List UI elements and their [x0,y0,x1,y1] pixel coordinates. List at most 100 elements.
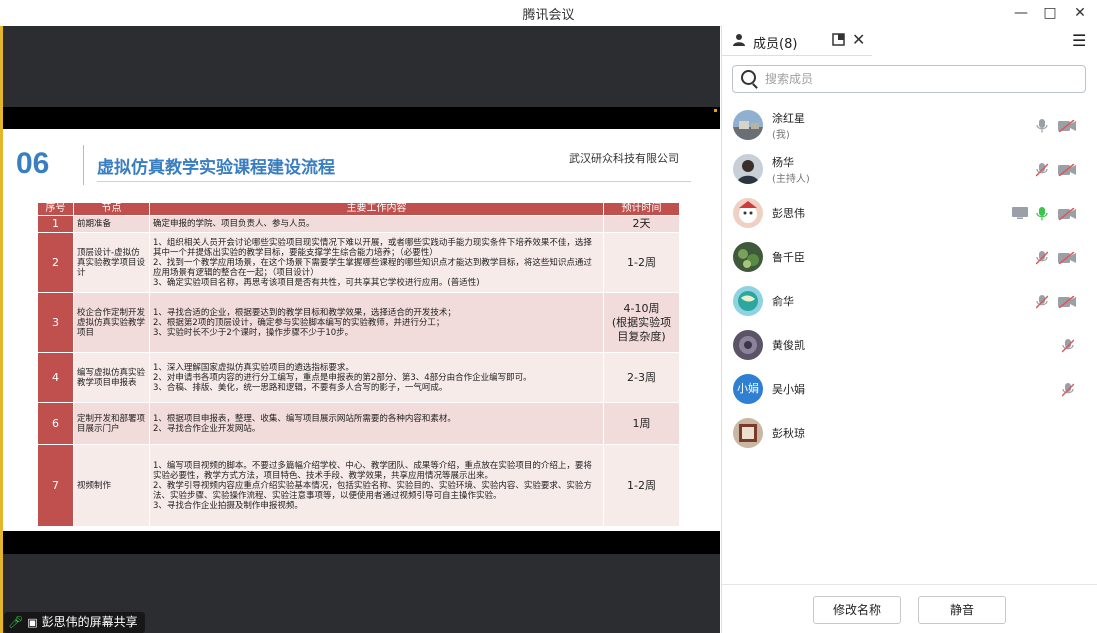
row-node: 前期准备 [73,215,150,233]
member-name: 黄俊凯 [772,339,805,352]
member-role: (主持人) [772,174,810,185]
user-icon [732,33,746,51]
minimize-button[interactable]: — [1010,3,1032,23]
maximize-button[interactable]: □ [1039,3,1061,23]
member-search[interactable] [732,65,1086,93]
table-row: 7 视频制作 1、编写项目视频的脚本。不要过多篇幅介绍学校、中心、教学团队、成果… [37,444,680,527]
close-panel-icon[interactable]: ✕ [852,30,865,49]
slide-company: 武汉研众科技有限公司 [569,152,679,165]
rename-button[interactable]: 修改名称 [813,596,901,624]
microphone-muted-icon[interactable] [1036,251,1048,265]
slide-number: 06 [16,147,50,180]
members-tab[interactable]: 成员(8) [753,33,797,52]
search-input[interactable] [763,69,1067,89]
row-time: 1周 [603,402,680,445]
row-content: 1、寻找合适的企业，根据要达到的教学目标和教学效果，选择适合的开发技术； 2、根… [149,292,604,353]
process-table: 序号 节点 主要工作内容 预计时间 1 前期准备 确定申报的学院、项目负责人、参… [37,202,680,527]
row-node: 定制开发和部署项目展示门户 [73,402,150,445]
indicator-dot [714,109,717,112]
camera-off-icon[interactable] [1058,208,1076,220]
row-seq: 1 [37,215,74,233]
row-seq: 3 [37,292,74,353]
slide-title: 虚拟仿真教学实验课程建设流程 [97,158,335,178]
microphone-muted-icon[interactable] [1036,163,1048,177]
row-seq: 7 [37,444,74,527]
member-row[interactable]: 小娟 吴小娟 [722,368,1097,412]
letterbox-top [3,107,720,129]
member-row[interactable]: 鲁千臣 [722,236,1097,280]
row-node: 校企合作定制开发虚拟仿真实验教学项目 [73,292,150,353]
members-panel: 成员(8) ✕ ☰ 涂红星 (我) 杨华 (主持人) 彭思伟 [721,26,1097,633]
screen-share-badge: 🎤︎ ▣ 彭思伟的屏幕共享 [4,612,145,633]
row-time: 1-2周 [603,444,680,527]
shared-slide: 06 虚拟仿真教学实验课程建设流程 武汉研众科技有限公司 序号 节点 主要工作内… [3,129,720,531]
member-row[interactable]: 彭思伟 [722,192,1097,236]
microphone-muted-icon[interactable] [1062,339,1074,353]
screen-share-icon [1012,207,1028,219]
member-row[interactable]: 彭秋琼 [722,412,1097,456]
avatar [733,242,763,272]
avatar [733,418,763,448]
mute-button[interactable]: 静音 [918,596,1006,624]
member-name: 彭秋琼 [772,427,805,440]
microphone-icon[interactable] [1036,119,1048,133]
table-row: 3 校企合作定制开发虚拟仿真实验教学项目 1、寻找合适的企业，根据要达到的教学目… [37,292,680,353]
members-panel-header: 成员(8) ✕ ☰ [722,26,1097,56]
table-row: 2 顶层设计-虚拟仿真实验教学项目设计 1、组织相关人员开会讨论哪些实验项目现实… [37,232,680,293]
menu-icon[interactable]: ☰ [1072,31,1086,50]
tab-underline [722,55,872,56]
letterbox-bottom [3,531,720,554]
avatar [733,286,763,316]
camera-off-icon[interactable] [1058,296,1076,308]
row-time: 2-3周 [603,352,680,403]
popout-icon[interactable] [832,33,845,50]
window-title: 腾讯会议 [522,8,575,23]
member-name: 杨华 [772,156,794,169]
row-time: 2天 [603,215,680,233]
avatar [733,110,763,140]
row-content: 确定申报的学院、项目负责人、参与人员。 [149,215,604,233]
member-name: 涂红星 [772,112,805,125]
row-time: 1-2周 [603,232,680,293]
avatar [733,330,763,360]
row-seq: 2 [37,232,74,293]
member-row[interactable]: 黄俊凯 [722,324,1097,368]
col-header-seq: 序号 [37,202,74,216]
avatar [733,198,763,228]
col-header-content: 主要工作内容 [149,202,604,216]
member-row[interactable]: 涂红星 (我) [722,104,1097,148]
member-row[interactable]: 杨华 (主持人) [722,148,1097,192]
avatar [733,154,763,184]
member-name: 鲁千臣 [772,251,805,264]
row-content: 1、编写项目视频的脚本。不要过多篇幅介绍学校、中心、教学团队、成果等介绍，重点放… [149,444,604,527]
camera-off-icon[interactable] [1058,164,1076,176]
microphone-muted-icon[interactable] [1036,295,1048,309]
col-header-node: 节点 [73,202,150,216]
avatar: 小娟 [733,374,763,404]
camera-off-icon[interactable] [1058,252,1076,264]
slide-title-underline [97,181,691,182]
table-row: 6 定制开发和部署项目展示门户 1、根据项目申报表，整理、收集、编写项目展示网站… [37,402,680,445]
search-icon [741,70,756,85]
row-seq: 6 [37,402,74,445]
table-row: 4 编写虚拟仿真实验教学项目申报表 1、深入理解国家虚拟仿真实验项目的遴选指标要… [37,352,680,403]
microphone-muted-icon[interactable] [1062,383,1074,397]
table-row: 1 前期准备 确定申报的学院、项目负责人、参与人员。 2天 [37,215,680,233]
row-content: 1、组织相关人员开会讨论哪些实验项目现实情况下难以开展，或者哪些实践动手能力现实… [149,232,604,293]
screen-share-icon: ▣ [27,616,38,629]
member-row[interactable]: 俞华 [722,280,1097,324]
camera-off-icon[interactable] [1058,120,1076,132]
member-role: (我) [772,130,790,141]
row-content: 1、深入理解国家虚拟仿真实验项目的遴选指标要求。 2、对申请书各项内容的进行分工… [149,352,604,403]
col-header-time: 预计时间 [603,202,680,216]
title-bar: 腾讯会议 — □ ✕ [0,0,1097,27]
microphone-icon: 🎤︎ [8,615,24,629]
row-node: 编写虚拟仿真实验教学项目申报表 [73,352,150,403]
close-window-button[interactable]: ✕ [1069,3,1091,23]
row-node: 视频制作 [73,444,150,527]
microphone-active-icon[interactable] [1036,207,1048,221]
row-time: 4-10周 (根据实验项目复杂度) [603,292,680,353]
member-name: 彭思伟 [772,207,805,220]
footer-divider [722,584,1097,585]
screen-share-label: 彭思伟的屏幕共享 [41,615,138,629]
